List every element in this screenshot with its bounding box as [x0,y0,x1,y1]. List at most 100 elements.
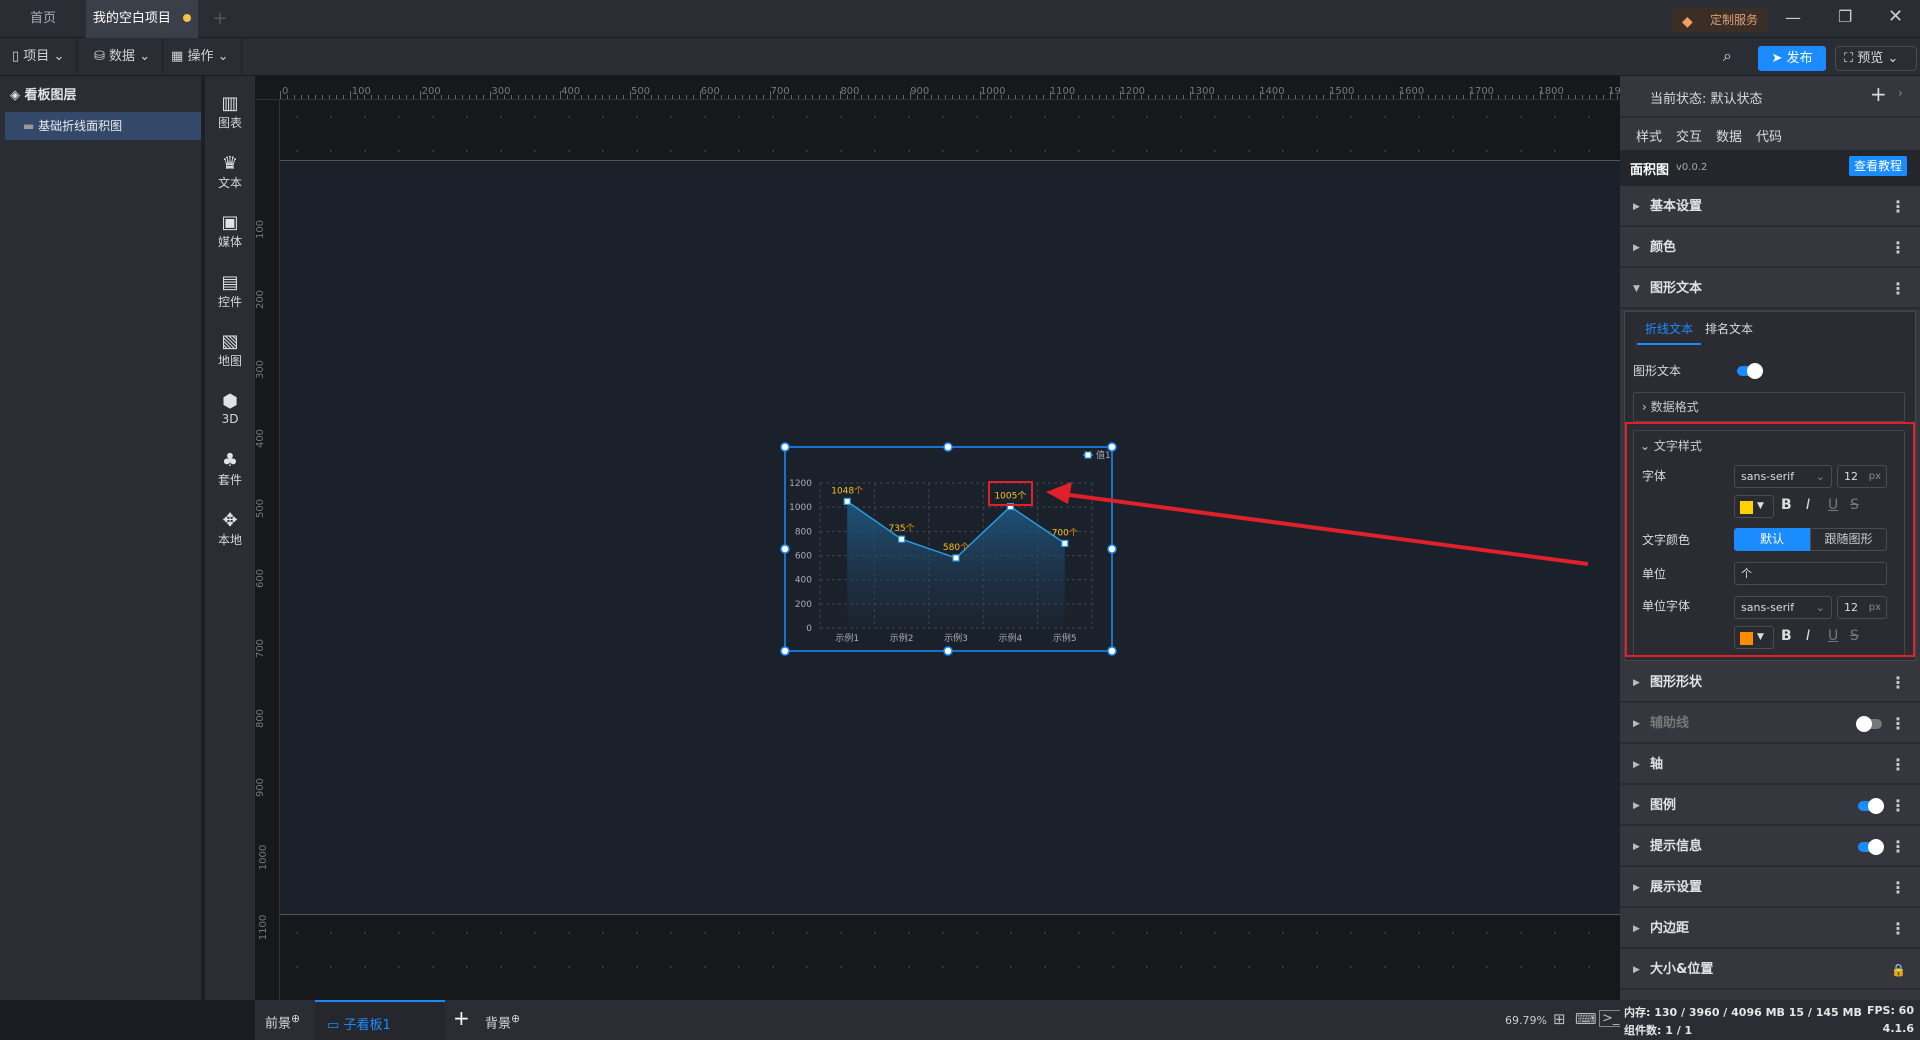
more-icon[interactable]: ⋮ [1890,827,1906,867]
section-right-sections_bottom-7-label[interactable]: ▶ 大小&位置 🔒 [1620,950,1920,990]
section-toggle[interactable] [1858,839,1884,855]
data-point[interactable] [1061,539,1069,548]
more-icon[interactable]: ⋮ [1890,269,1906,309]
memory-status: 内存: 130 / 3960 / 4096 MB 15 / 145 MB [1624,1006,1862,1019]
fps-status: FPS: 60 [1866,1004,1914,1017]
y-tick-label: 0 [806,624,812,634]
data-label-highlighted: 1005个 [994,491,1026,502]
section-right-sections_top-2[interactable]: ▼ 图形文本 ⋮ [1620,269,1920,309]
subtab-rank-text[interactable]: 排名文本 [1705,320,1753,337]
zoom-level: 69.79% [1505,1014,1547,1027]
chevron-down-icon: ⌄ [1887,51,1899,66]
more-icon[interactable]: ⋮ [1890,868,1906,908]
more-icon[interactable]: ⋮ [1890,663,1906,703]
section-right-sections_top-1[interactable]: ▶ 颜色 ⋮ [1620,228,1920,268]
section-right-sections_bottom-2-label[interactable]: ▶ 轴 ⋮ [1620,745,1920,785]
more-icon[interactable]: ⋮ [1890,745,1906,785]
resize-handle[interactable] [1107,442,1117,452]
more-icon[interactable]: ⋮ [1890,704,1906,744]
data-point[interactable] [952,554,960,562]
caret-down-icon: ▼ [1633,284,1640,294]
add-circle-icon[interactable]: ⊕ [511,1012,520,1025]
panel-tab[interactable]: 交互 [1676,126,1702,145]
graphic-text-toggle[interactable] [1737,363,1763,379]
preview-label: 预览 [1857,51,1884,66]
background-tab[interactable]: 背景⊕ [485,1012,520,1031]
custom-service-button[interactable]: ◆ 定制服务 [1672,8,1768,32]
resize-handle[interactable] [780,544,790,554]
more-icon[interactable]: ⋮ [1890,909,1906,949]
add-board-button[interactable]: + [453,1006,470,1030]
panel-tabs: 样式 交互 数据 代码 [1620,116,1920,153]
add-circle-icon[interactable]: ⊕ [291,1012,300,1025]
board-tab[interactable]: ▭ 子看板1 [315,1000,445,1040]
add-state-icon[interactable]: + [1870,82,1887,106]
state-value: 默认状态 [1710,92,1763,107]
monitor-icon: ▭ [327,1018,340,1033]
more-icon[interactable]: ⋮ [1890,786,1906,826]
y-tick-label: 400 [795,576,812,586]
section-toggle[interactable] [1858,798,1884,814]
data-label: 700个 [1052,527,1078,538]
annotation-arrow [1061,492,1589,566]
chevron-right-icon[interactable]: › [1898,86,1903,100]
fit-screen-icon[interactable]: ⊞ [1553,1010,1566,1028]
data-point[interactable] [897,535,906,543]
panel-tab[interactable]: 代码 [1756,126,1782,145]
component-count: 组件数: 1 / 1 [1624,1024,1693,1037]
data-label-unit: 个 [1069,527,1078,538]
legend-label[interactable]: 值1 [1096,449,1111,461]
section-label: 图例 [1650,798,1677,813]
section-label: 颜色 [1650,240,1677,255]
caret-right-icon: ▶ [1633,965,1640,975]
resize-handle[interactable] [780,646,790,656]
section-right-sections_bottom-4-label[interactable]: ▶ 提示信息 ⋮ [1620,827,1920,867]
foreground-tab[interactable]: 前景⊕ [265,1012,300,1031]
data-label-unit: 个 [960,542,969,553]
current-state: 当前状态: 默认状态 [1650,88,1763,107]
lock-icon[interactable]: 🔒 [1891,950,1906,990]
resize-handle[interactable] [1107,544,1117,554]
panel-tab[interactable]: 数据 [1716,126,1742,145]
minimize-icon[interactable]: — [1785,8,1801,27]
section-right-sections_bottom-5-label[interactable]: ▶ 展示设置 ⋮ [1620,868,1920,908]
section-label: 辅助线 [1650,716,1690,731]
preview-button[interactable]: ⛶ 预览 ⌄ [1835,46,1917,71]
resize-handle[interactable] [943,442,953,452]
section-right-sections_bottom-3-label[interactable]: ▶ 图例 ⋮ [1620,786,1920,826]
y-tick-label: 1200 [789,479,812,489]
close-icon[interactable]: ✕ [1888,6,1903,27]
resize-handle[interactable] [1107,646,1117,656]
subtab-line-text[interactable]: 折线文本 [1637,320,1702,345]
terminal-icon[interactable]: >_ [1599,1010,1623,1027]
highlight-box [1625,422,1915,657]
section-right-sections_top-0[interactable]: ▶ 基本设置 ⋮ [1620,187,1920,227]
more-icon[interactable]: ⋮ [1890,228,1906,268]
restore-icon[interactable]: ❐ [1838,7,1852,26]
x-tick-label: 示例2 [890,632,914,644]
section-right-sections_bottom-1-label[interactable]: ▶ 辅助线 ⋮ [1620,704,1920,744]
tutorial-button[interactable]: 查看教程 [1849,156,1907,176]
arrow-head [1046,482,1072,504]
keyboard-icon[interactable]: ⌨ [1575,1010,1597,1028]
app-version: 4.1.6 [1882,1022,1914,1035]
search-icon[interactable]: ⌕ [1723,46,1732,66]
resize-handle[interactable] [780,442,790,452]
y-tick-label: 600 [795,552,812,562]
section-right-sections_bottom-6-label[interactable]: ▶ 内边距 ⋮ [1620,909,1920,949]
data-point[interactable] [843,497,851,505]
board-label: 子看板1 [343,1018,391,1033]
section-toggle[interactable] [1856,716,1882,732]
section-right-sections_bottom-0-label[interactable]: ▶ 图形形状 ⋮ [1620,663,1920,703]
publish-button[interactable]: ➤ 发布 [1758,46,1826,71]
resize-handle[interactable] [943,646,953,656]
graphic-text-label: 图形文本 [1633,364,1682,378]
bottom-bar: 前景⊕ ▭ 子看板1 + 背景⊕ 69.79% ⊞ ⌨ >_ [255,1000,1623,1040]
more-icon[interactable]: ⋮ [1890,187,1906,227]
panel-tab[interactable]: 样式 [1632,126,1667,153]
y-tick-label: 1000 [789,503,812,513]
y-tick-label: 800 [795,527,812,537]
service-label: 定制服务 [1710,13,1759,27]
area-fill [847,501,1065,628]
data-format-section[interactable]: › 数据格式 [1633,392,1905,422]
